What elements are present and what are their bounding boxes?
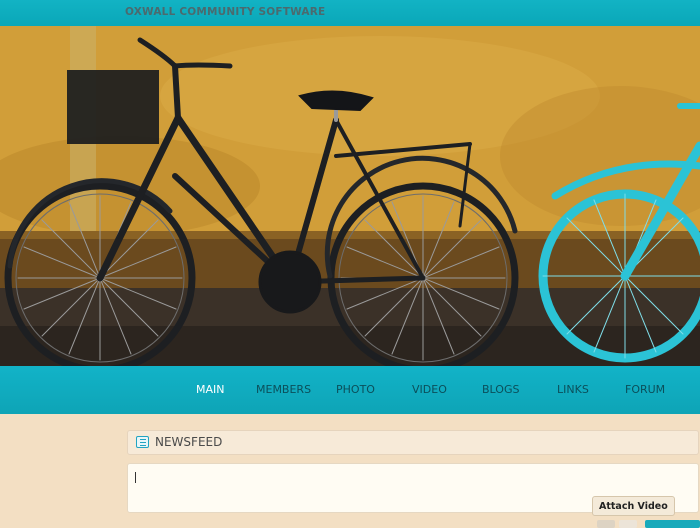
- top-bar: OXWALL COMMUNITY SOFTWARE: [0, 0, 700, 26]
- nav-item-blogs[interactable]: BLOGS: [482, 383, 519, 396]
- attach-video-button[interactable]: Attach Video: [592, 496, 675, 516]
- nav-item-forum[interactable]: FORUM: [625, 383, 665, 396]
- newsfeed-header: NEWSFEED: [127, 430, 699, 455]
- bicycles-illustration: [0, 26, 700, 366]
- nav-item-main[interactable]: MAIN: [196, 383, 225, 396]
- hero-banner: [0, 26, 700, 366]
- nav-item-members[interactable]: MEMBERS: [256, 383, 311, 396]
- site-title[interactable]: OXWALL COMMUNITY SOFTWARE: [125, 6, 325, 18]
- main-nav: MAIN MEMBERS PHOTO VIDEO BLOGS LINKS FOR…: [0, 366, 700, 414]
- action-button-b[interactable]: [619, 520, 637, 528]
- action-button-a[interactable]: [597, 520, 615, 528]
- newsfeed-icon: [136, 436, 149, 448]
- newsfeed-title: NEWSFEED: [155, 435, 223, 449]
- nav-item-photo[interactable]: PHOTO: [336, 383, 375, 396]
- nav-item-video[interactable]: VIDEO: [412, 383, 447, 396]
- submit-button[interactable]: [645, 520, 700, 528]
- nav-item-links[interactable]: LINKS: [557, 383, 589, 396]
- status-input[interactable]: [132, 468, 591, 494]
- text-caret: [135, 472, 136, 483]
